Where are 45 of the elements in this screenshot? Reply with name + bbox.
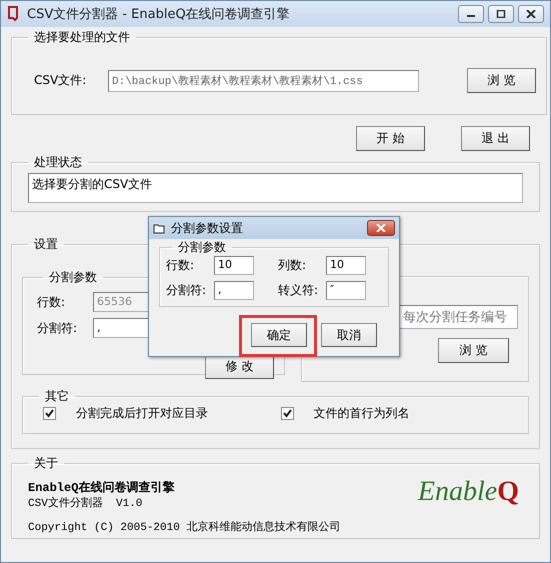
version-text: CSV文件分割器 V1.0 [28,496,144,512]
group-title: 其它 [44,388,70,405]
group-title: 处理状态 [33,154,83,171]
file-path-field[interactable]: D:\backup\教程素材\教程素材\教程素材\1.css [108,70,419,92]
field-label: 行数: [166,257,196,274]
checkbox[interactable] [280,407,294,420]
param-field[interactable]: ″ [326,281,366,300]
close-button[interactable] [367,220,395,236]
field-label: 列数: [278,257,308,274]
product-name: EnableQ在线问卷调查引擎 [28,480,176,496]
group-title: 选择要处理的文件 [33,29,131,46]
status-field: 选择要分割的CSV文件 [28,173,523,203]
maximize-icon [496,10,506,18]
checkbox-label: 分割完成后打开对应目录 [76,405,208,422]
cancel-button[interactable]: 取消 [321,323,377,347]
field-label: 行数: [37,294,66,310]
group-title: 设置 [33,236,59,253]
app-logo-icon [7,6,19,22]
param-field[interactable]: 10 [214,256,254,275]
field-label: 分割符: [166,282,208,299]
start-button[interactable]: 开 始 [356,126,425,151]
field-label: 分割符: [37,320,78,336]
field-label: CSV文件: [33,72,88,89]
copyright-text: Copyright (C) 2005-2010 北京科维能动信息技术有限公司 [28,520,340,536]
minimize-button[interactable] [458,5,484,23]
checkbox-label: 文件的首行为列名 [314,405,410,422]
group-title: 分割参数 [177,239,227,256]
browse-button[interactable]: 浏 览 [467,68,536,93]
group-title: 分割参数 [48,269,98,286]
close-button[interactable] [518,5,544,23]
param-field[interactable]: 10 [326,256,366,275]
close-icon [526,10,536,18]
dialog-title: 分割参数设置 [171,220,244,236]
field-label: 转义符: [278,282,320,299]
browse-button[interactable]: 浏 览 [438,338,509,363]
folder-icon [153,222,165,234]
maximize-button[interactable] [488,5,514,23]
close-icon [376,224,386,232]
param-field[interactable]: , [214,281,254,300]
checkbox[interactable] [43,407,56,420]
exit-button[interactable]: 退 出 [461,126,530,151]
group-title: 关于 [33,455,59,472]
enableq-logo: EnableQ [418,476,519,508]
window-title: CSV文件分割器 - EnableQ在线问卷调查引擎 [27,6,291,23]
ok-button[interactable]: 确定 [251,323,307,347]
